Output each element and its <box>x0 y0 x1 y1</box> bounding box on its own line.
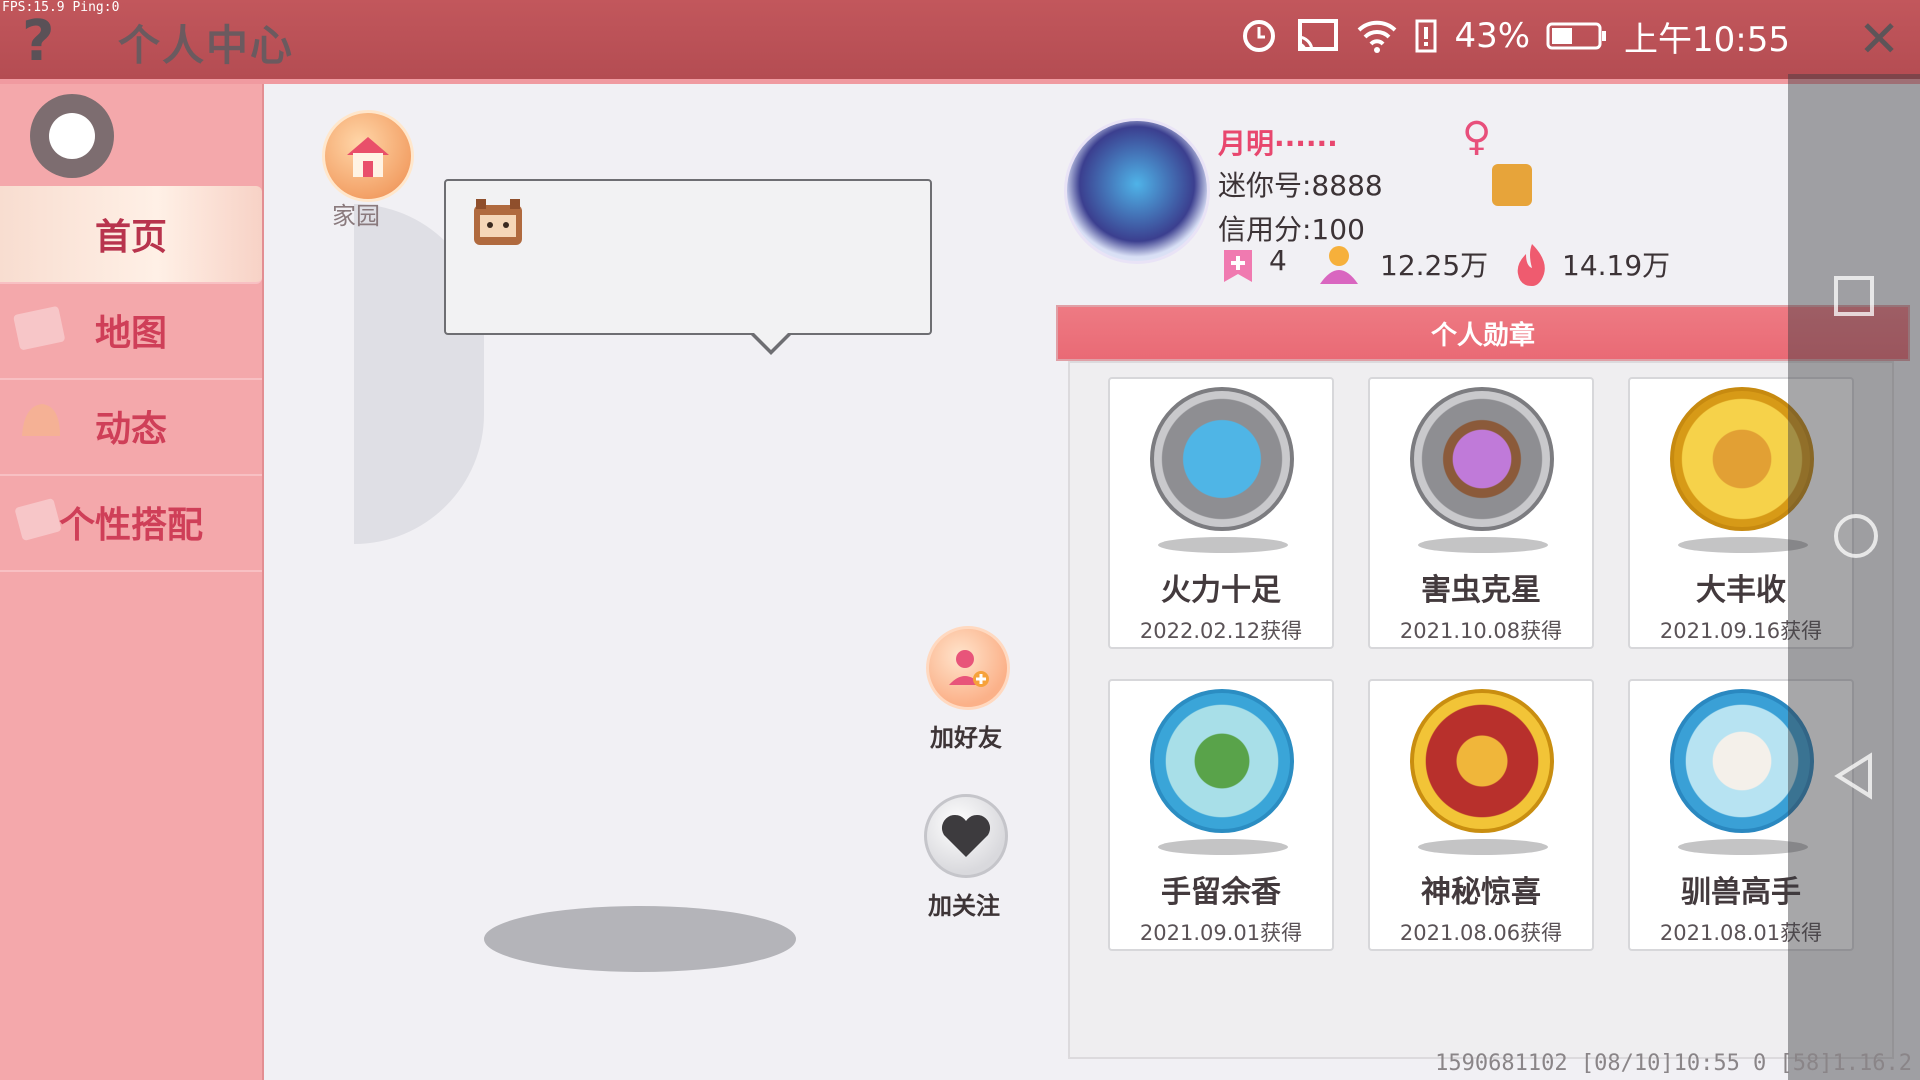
gift-medal-icon <box>1410 689 1554 833</box>
medal-name: 害虫克星 <box>1421 573 1541 608</box>
stat-popularity: 12.25万 <box>1380 249 1489 282</box>
battery-icon <box>1546 22 1607 50</box>
medal-card[interactable]: 火力十足 2022.02.12获得 <box>1108 377 1334 649</box>
medal-shadow <box>1418 537 1548 553</box>
house-icon <box>347 137 389 177</box>
home-circle-icon[interactable] <box>1832 512 1880 560</box>
add-friend-label: 加好友 <box>930 724 1002 752</box>
home-label: 家园 <box>332 202 380 230</box>
medal-shadow <box>1158 839 1288 855</box>
medal-card[interactable]: 神秘惊喜 2021.08.06获得 <box>1368 679 1594 951</box>
mini-id: 迷你号:8888 <box>1218 169 1383 202</box>
bubble-tail-fill <box>752 331 790 350</box>
clock: 上午10:55 <box>1624 19 1790 60</box>
plus-badge-icon <box>1224 250 1252 282</box>
medal-card[interactable]: 害虫克星 2021.10.08获得 <box>1368 377 1594 649</box>
medal-card[interactable]: 手留余香 2021.09.01获得 <box>1108 679 1334 951</box>
sidebar-item-home[interactable]: 首页 <box>0 186 262 284</box>
back-icon[interactable] <box>1832 752 1876 800</box>
medal-date: 2021.09.01获得 <box>1139 921 1303 945</box>
help-icon[interactable]: ? <box>22 10 54 74</box>
stat-level: 4 <box>1269 244 1287 277</box>
medal-name: 火力十足 <box>1161 573 1281 608</box>
build-info: 1590681102 [08/10]10:55 0 [58]1.16.2 <box>1435 1051 1912 1076</box>
status-bar: 43% 上午10:55 <box>1240 14 1790 60</box>
follow-label: 加关注 <box>928 892 1000 920</box>
fps-readout: FPS:15.9 Ping:0 <box>2 0 120 15</box>
bug-medal-icon <box>1410 387 1554 531</box>
medal-name: 神秘惊喜 <box>1421 875 1541 910</box>
sidebar-item-outfit[interactable]: 个性搭配 <box>0 474 262 572</box>
wifi-icon <box>1358 20 1397 53</box>
popularity-icon <box>1320 246 1358 284</box>
battery-percent: 43% <box>1454 16 1531 56</box>
recents-icon[interactable] <box>1832 274 1876 318</box>
medal-date: 2021.08.06获得 <box>1399 921 1563 945</box>
sidebar-item-label: 首页 <box>94 217 167 258</box>
battery-alert-icon <box>1415 19 1437 53</box>
copy-icon[interactable] <box>1492 164 1532 206</box>
bell-icon <box>22 404 60 436</box>
top-bar: FPS:15.9 Ping:0 ? 个人中心 43% 上午10:55 ✕ <box>0 0 1920 84</box>
sidebar-item-label: 动态 <box>94 409 167 450</box>
cast-icon <box>1298 19 1339 52</box>
medal-section-title: 个人勋章 <box>1430 320 1535 351</box>
signature-bubble[interactable] <box>444 179 932 335</box>
close-icon[interactable]: ✕ <box>1858 14 1900 64</box>
sidebar-item-label: 个性搭配 <box>58 505 203 546</box>
add-user-icon <box>949 650 989 687</box>
record-button[interactable] <box>30 94 114 178</box>
alarm-icon <box>1243 20 1276 52</box>
sidebar-item-map[interactable]: 地图 <box>0 282 262 380</box>
stat-heat: 14.19万 <box>1562 249 1671 282</box>
female-icon: ♀ <box>1462 114 1492 160</box>
sidebar: 首页 地图 动态 个性搭配 <box>0 84 264 1080</box>
heart-icon <box>941 814 991 857</box>
medal-shadow <box>1158 537 1288 553</box>
user-name: 月明······ <box>1218 127 1338 160</box>
fire-icon <box>1517 244 1545 286</box>
page-title: 个人中心 <box>118 21 295 70</box>
add-friend-button[interactable] <box>926 626 1010 710</box>
outfit-icon <box>15 498 61 541</box>
mini-character-icon <box>474 199 522 245</box>
medal-name: 手留余香 <box>1161 875 1281 910</box>
frog-medal-icon <box>1150 689 1294 833</box>
medal-shadow <box>1418 839 1548 855</box>
record-dot-icon <box>49 113 95 159</box>
avatar[interactable] <box>1064 118 1210 264</box>
home-button[interactable] <box>322 110 414 202</box>
character-shadow <box>484 906 796 972</box>
medal-panel: 火力十足 2022.02.12获得 害虫克星 2021.10.08获得 大丰收 … <box>1068 361 1894 1059</box>
follow-button[interactable] <box>924 794 1008 878</box>
map-icon <box>13 306 65 350</box>
medal-section-header: 个人勋章 <box>1056 305 1910 361</box>
fire-chest-medal-icon <box>1150 387 1294 531</box>
system-nav-bar <box>1788 74 1920 1080</box>
sidebar-item-label: 地图 <box>94 313 167 354</box>
medal-date: 2022.02.12获得 <box>1139 619 1303 643</box>
sidebar-item-feed[interactable]: 动态 <box>0 378 262 476</box>
medal-date: 2021.10.08获得 <box>1399 619 1563 643</box>
main-area: 家园 加好友 加关注 月明······ ♀ 迷你号:8888 信用分:100 4… <box>264 84 1920 1080</box>
